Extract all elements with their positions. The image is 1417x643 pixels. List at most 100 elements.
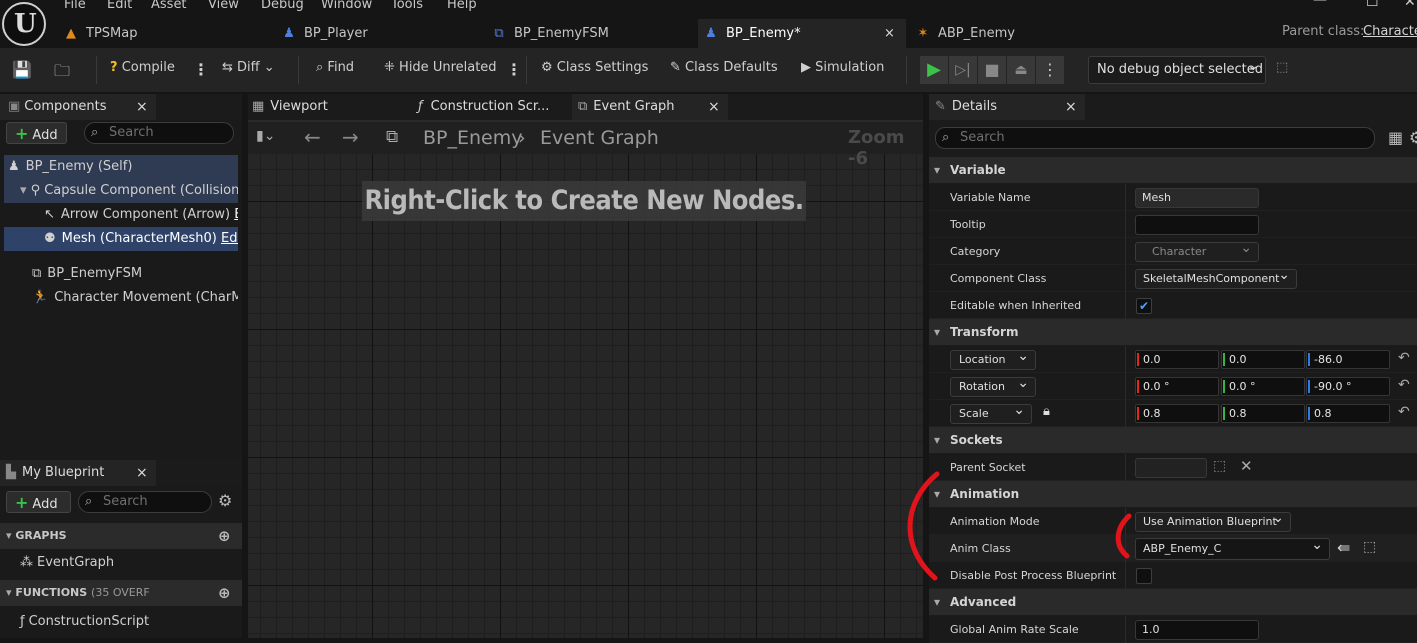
rotation-y-input[interactable]: 0.0 ° (1221, 377, 1305, 396)
reset-rotation-icon[interactable]: ↶ (1398, 377, 1410, 393)
category-transform[interactable]: Transform (929, 319, 1417, 345)
event-graph-canvas[interactable] (248, 154, 923, 638)
tab-viewport[interactable]: ▦ Viewport (252, 94, 402, 120)
rotation-mode-select[interactable]: Rotation (950, 374, 1036, 397)
tab-my-blueprint[interactable]: ▙ My Blueprint (0, 460, 156, 486)
menu-help[interactable]: Help (447, 0, 477, 12)
tooltip-input[interactable] (1135, 215, 1259, 235)
menu-tools[interactable]: Tools (391, 0, 423, 12)
close-icon[interactable]: × (1065, 94, 1077, 120)
play-icon[interactable]: ▶ (920, 56, 948, 84)
animation-mode-select[interactable]: Use Animation Blueprint (1135, 509, 1291, 532)
tab-details[interactable]: ✎ Details (929, 94, 1085, 120)
browse-socket-icon[interactable]: ⬚ (1213, 458, 1226, 474)
save-icon[interactable]: 💾 (12, 60, 32, 79)
browse-icon[interactable]: 🗀 (54, 60, 70, 87)
scale-x-input[interactable]: 0.8 (1135, 404, 1219, 423)
bookmark-icon[interactable]: ▮⌄ (256, 128, 275, 144)
clear-icon[interactable]: ✕ (1240, 457, 1253, 475)
tab-construction-script[interactable]: ƒ Construction Scr... (418, 94, 568, 120)
location-z-input[interactable]: -86.0 (1306, 350, 1390, 369)
back-icon[interactable]: ← (304, 125, 321, 149)
debug-object-select[interactable]: No debug object selected (1088, 53, 1266, 84)
close-icon[interactable]: × (708, 94, 720, 120)
parent-class-link[interactable]: Character (1363, 24, 1417, 39)
global-anim-rate-input[interactable]: 1.0 (1135, 620, 1259, 640)
tree-item-mesh[interactable]: ⚉Mesh (CharacterMesh0) Edit (4, 227, 238, 251)
category-advanced[interactable]: Advanced (929, 589, 1417, 615)
eject-icon[interactable]: ⏏ (1007, 56, 1035, 84)
scale-mode-select[interactable]: Scale (950, 401, 1032, 424)
add-member-button[interactable]: + Add (6, 491, 71, 513)
forward-icon[interactable]: → (342, 125, 359, 149)
tab-bp-player[interactable]: ♟ BP_Player (278, 19, 486, 48)
simulation-button[interactable]: ▶ Simulation (801, 60, 884, 75)
close-window-icon[interactable]: ✕ (1404, 0, 1416, 10)
close-icon[interactable]: × (136, 460, 148, 486)
class-settings-button[interactable]: ⚙ Class Settings (541, 60, 648, 75)
anim-class-select[interactable]: ABP_Enemy_C (1135, 535, 1330, 560)
step-icon[interactable]: ▷| (949, 56, 977, 84)
gear-icon[interactable]: ⚙ (218, 491, 232, 510)
class-defaults-button[interactable]: ✎ Class Defaults (670, 60, 778, 75)
use-selected-icon[interactable]: ⇚ (1337, 538, 1350, 557)
stop-icon[interactable]: ■ (978, 56, 1006, 84)
lock-icon[interactable]: 🔒︎ (1043, 404, 1050, 419)
tree-item-arrow[interactable]: ↖Arrow Component (Arrow) Ed (4, 203, 238, 227)
compile-options-icon[interactable]: ⋮ (193, 60, 209, 79)
menu-debug[interactable]: Debug (261, 0, 304, 12)
disable-post-process-checkbox[interactable] (1136, 568, 1152, 584)
diff-button[interactable]: ⇆ Diff ⌄ (222, 60, 275, 75)
find-options-icon[interactable]: ⋮ (506, 60, 522, 79)
components-search-input[interactable]: ⌕ Search (84, 122, 234, 144)
tab-bp-enemyfsm[interactable]: ⧉ BP_EnemyFSM (488, 19, 696, 48)
menu-view[interactable]: View (208, 0, 239, 12)
edit-link[interactable]: Edit (221, 231, 238, 246)
editable-checkbox[interactable]: ✔ (1136, 298, 1152, 314)
reset-location-icon[interactable]: ↶ (1398, 350, 1410, 366)
category-sockets[interactable]: Sockets (929, 427, 1417, 453)
tab-abp-enemy[interactable]: ✶ ABP_Enemy (912, 19, 1112, 48)
parent-socket-input[interactable] (1135, 458, 1207, 478)
scale-z-input[interactable]: 0.8 (1306, 404, 1390, 423)
menu-window[interactable]: Window (321, 0, 372, 12)
location-y-input[interactable]: 0.0 (1221, 350, 1305, 369)
category-variable[interactable]: Variable (929, 157, 1417, 183)
add-component-button[interactable]: + Add (6, 122, 67, 144)
close-icon[interactable]: × (136, 94, 148, 120)
tab-components[interactable]: ▣ Components (0, 94, 156, 120)
rotation-z-input[interactable]: -90.0 ° (1306, 377, 1390, 396)
functions-section[interactable]: ▾ FUNCTIONS (35 OVERF ⊕ (0, 580, 242, 606)
category-animation[interactable]: Animation (929, 481, 1417, 507)
variable-name-input[interactable]: Mesh (1135, 188, 1259, 208)
browse-icon[interactable]: ⬚ (1363, 539, 1376, 555)
maximize-icon[interactable]: ☐ (1366, 0, 1379, 10)
compile-button[interactable]: ? Compile (110, 60, 175, 75)
close-icon[interactable]: × (884, 19, 895, 48)
category-select[interactable]: Character (1135, 239, 1259, 262)
component-class-select[interactable]: SkeletalMeshComponent (1135, 266, 1297, 289)
menu-file[interactable]: File (64, 0, 86, 12)
breadcrumb-root[interactable]: BP_Enemy (423, 127, 522, 149)
menu-asset[interactable]: Asset (151, 0, 187, 12)
edit-link[interactable]: Ed (234, 207, 238, 222)
settings-icon[interactable]: ⚙ (1409, 128, 1417, 147)
tree-item-bp-enemy[interactable]: ♟ BP_Enemy (Self) (4, 155, 238, 179)
minimize-icon[interactable]: — (1313, 0, 1327, 8)
tree-item-bp-enemyfsm[interactable]: ⧉ BP_EnemyFSM (4, 262, 238, 286)
debug-browse-icon[interactable]: ⬚ (1276, 60, 1288, 75)
add-graph-icon[interactable]: ⊕ (218, 523, 231, 549)
graph-item-eventgraph[interactable]: ⁂ EventGraph (0, 551, 242, 575)
table-view-icon[interactable]: ▦ (1388, 128, 1403, 147)
scale-y-input[interactable]: 0.8 (1221, 404, 1305, 423)
graphs-section[interactable]: ▾ GRAPHS ⊕ (0, 523, 242, 549)
menu-edit[interactable]: Edit (107, 0, 132, 12)
hide-unrelated-button[interactable]: ⁜ Hide Unrelated (384, 60, 497, 75)
rotation-x-input[interactable]: 0.0 ° (1135, 377, 1219, 396)
tab-event-graph[interactable]: ⧉ Event Graph (572, 94, 728, 120)
reset-scale-icon[interactable]: ↶ (1398, 404, 1410, 420)
unreal-logo[interactable]: U (2, 2, 46, 46)
function-item-constructionscript[interactable]: ƒ ConstructionScript (0, 610, 242, 634)
find-button[interactable]: ⌕ Find (316, 60, 354, 75)
tab-tpsmap[interactable]: ▲ TPSMap (64, 19, 272, 48)
